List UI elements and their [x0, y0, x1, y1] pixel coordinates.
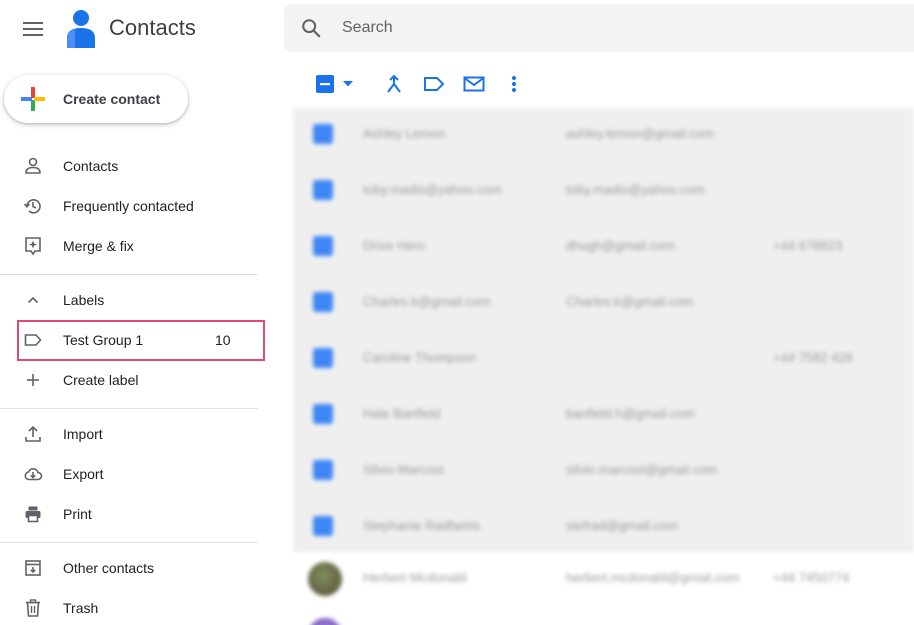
manage-labels-button[interactable]	[422, 72, 446, 96]
search-input[interactable]	[342, 15, 862, 41]
history-icon	[23, 199, 41, 214]
contact-name: Stephanie Radfamis	[363, 518, 481, 533]
contact-name: Caroline Thompson	[363, 350, 477, 365]
row-checkbox[interactable]	[313, 124, 333, 144]
sidebar-item-label: Other contacts	[63, 560, 155, 576]
main-menu-button[interactable]	[18, 14, 48, 44]
row-checkbox[interactable]	[313, 348, 333, 368]
table-row[interactable]: Silvio Marcost silvio.marcost@gmail.com	[293, 444, 914, 500]
table-row[interactable]: Charles.k@gmail.com Charles.k@gmail.com	[293, 276, 914, 332]
table-row[interactable]: Caroline Thompson +44 7582 426	[293, 332, 914, 388]
trash-icon	[26, 599, 40, 617]
contact-list: Ashley Lemon ashley.lemon@gmail.com toby…	[293, 108, 914, 552]
create-contact-button[interactable]: Create contact	[4, 75, 188, 123]
table-row[interactable]: Ashley Lemon ashley.lemon@gmail.com	[293, 108, 914, 164]
create-label-button[interactable]: Create label	[0, 360, 258, 400]
contact-email: Charles.k@gmail.com	[566, 294, 694, 309]
select-checkbox-icon	[316, 75, 334, 93]
upload-icon	[25, 425, 41, 442]
contacts-logo-icon	[67, 10, 95, 48]
contact-name: Charles.k@gmail.com	[363, 294, 491, 309]
sidebar-item-print[interactable]: Print	[0, 494, 258, 534]
sidebar-item-label: Trash	[63, 600, 99, 616]
contact-email: stefrad@gmail.com	[566, 518, 679, 533]
plus-icon	[27, 374, 39, 386]
avatar	[308, 618, 342, 625]
row-checkbox[interactable]	[313, 404, 333, 424]
sidebar-item-export[interactable]: Export	[0, 454, 258, 494]
sidebar-item-label: Print	[63, 506, 92, 522]
row-checkbox[interactable]	[313, 236, 333, 256]
send-email-button[interactable]	[462, 72, 486, 96]
sidebar-item-label: Export	[63, 466, 104, 482]
contact-email: herbert.mcdonald@gmail.com	[566, 570, 740, 585]
sidebar-divider	[0, 408, 258, 409]
sidebar-item-label: Import	[63, 426, 103, 442]
merge-icon	[387, 74, 401, 93]
printer-icon	[25, 506, 41, 523]
cloud-download-icon	[24, 468, 43, 481]
more-vert-icon	[512, 76, 516, 92]
contact-email: dhugh@gmail.com	[566, 238, 675, 253]
sidebar-item-label: Frequently contacted	[63, 198, 194, 214]
sidebar-item-contacts[interactable]: Contacts	[0, 146, 258, 186]
email-icon	[463, 76, 485, 92]
search-icon[interactable]	[300, 17, 322, 39]
merge-button[interactable]	[384, 72, 404, 96]
person-icon	[25, 157, 41, 174]
contact-email: toby.madis@yahoo.com	[566, 182, 705, 197]
merge-fix-icon	[25, 237, 41, 256]
selection-highlight-box	[17, 320, 265, 361]
table-row[interactable]: Hale Banfield banfield.h@gmail.com	[293, 388, 914, 444]
row-checkbox[interactable]	[313, 180, 333, 200]
table-row[interactable]: Stephanie Radfamis stefrad@gmail.com	[293, 500, 914, 552]
sidebar-item-label: Contacts	[63, 158, 119, 174]
contact-phone: +44 7450774	[773, 570, 850, 585]
row-checkbox[interactable]	[313, 292, 333, 312]
create-contact-label: Create contact	[63, 91, 161, 107]
search-bar[interactable]	[284, 4, 914, 52]
contact-email: ashley.lemon@gmail.com	[566, 126, 715, 141]
colorful-plus-icon	[21, 87, 45, 111]
contact-name: Silvio Marcost	[363, 462, 444, 477]
create-label-text: Create label	[63, 372, 139, 388]
table-row[interactable]	[293, 608, 914, 625]
contact-name: toby.madis@yahoo.com	[363, 182, 502, 197]
row-checkbox[interactable]	[313, 460, 333, 480]
contact-name: Herbert Mcdonald	[363, 570, 467, 585]
label-icon	[424, 77, 445, 91]
select-options-dropdown[interactable]	[340, 72, 356, 96]
labels-heading: Labels	[63, 292, 105, 308]
sidebar-item-other-contacts[interactable]: Other contacts	[0, 548, 258, 588]
contact-phone: +44 678823	[773, 238, 843, 253]
table-row[interactable]: Drive Hero dhugh@gmail.com +44 678823	[293, 220, 914, 276]
contact-name: Ashley Lemon	[363, 126, 446, 141]
chevron-up-icon	[27, 296, 39, 304]
archive-icon	[25, 560, 41, 576]
avatar	[308, 562, 342, 596]
sidebar-item-merge-fix[interactable]: Merge & fix	[0, 226, 258, 266]
sidebar-item-label: Merge & fix	[63, 238, 134, 254]
sidebar-item-frequently-contacted[interactable]: Frequently contacted	[0, 186, 258, 226]
table-row[interactable]: toby.madis@yahoo.com toby.madis@yahoo.co…	[293, 164, 914, 220]
contact-name: Hale Banfield	[363, 406, 441, 421]
contact-phone: +44 7582 426	[773, 350, 853, 365]
app-title: Contacts	[109, 15, 196, 40]
hamburger-menu-icon	[23, 22, 43, 36]
contact-email: silvio.marcost@gmail.com	[566, 462, 718, 477]
labels-section-toggle[interactable]: Labels	[0, 280, 258, 320]
table-row[interactable]: Herbert Mcdonald herbert.mcdonald@gmail.…	[293, 552, 914, 608]
contact-name: Drive Hero	[363, 238, 426, 253]
sidebar-divider	[0, 542, 258, 543]
sidebar-divider	[0, 274, 258, 275]
row-checkbox[interactable]	[313, 516, 333, 536]
contact-email: banfield.h@gmail.com	[566, 406, 695, 421]
more-actions-button[interactable]	[506, 72, 522, 96]
select-all-checkbox[interactable]	[315, 72, 335, 96]
sidebar-item-trash[interactable]: Trash	[0, 588, 258, 625]
sidebar-item-import[interactable]: Import	[0, 414, 258, 454]
dropdown-caret-icon	[343, 81, 353, 87]
